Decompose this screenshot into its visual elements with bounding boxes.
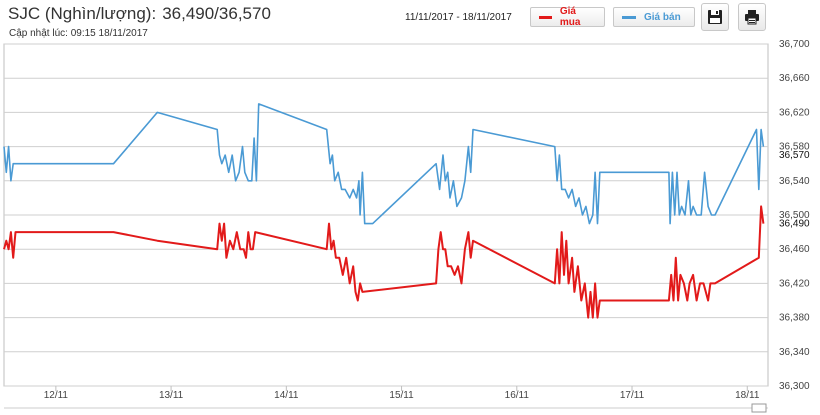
- y-tick-label: 36,620: [779, 107, 810, 118]
- y-tick-label: 36,700: [779, 39, 810, 50]
- y-tick-label: 36,380: [779, 313, 810, 324]
- x-tick-label: 17/11: [620, 390, 645, 401]
- buy-current-label: 36,490: [779, 219, 810, 230]
- y-tick-label: 36,420: [779, 278, 810, 289]
- y-tick-label: 36,460: [779, 244, 810, 255]
- sell-current-label: 36,570: [779, 150, 810, 161]
- navigator-handle: [751, 403, 767, 413]
- y-tick-label: 36,540: [779, 176, 810, 187]
- x-tick-label: 16/11: [505, 390, 530, 401]
- x-tick-label: 12/11: [44, 390, 69, 401]
- x-tick-label: 18/11: [735, 390, 760, 401]
- x-tick-label: 14/11: [274, 390, 299, 401]
- price-chart: 36,30036,34036,38036,42036,46036,50036,5…: [3, 39, 810, 413]
- x-tick-label: 15/11: [389, 390, 414, 401]
- y-tick-label: 36,340: [779, 347, 810, 358]
- x-tick-label: 13/11: [159, 390, 184, 401]
- y-tick-label: 36,300: [779, 381, 810, 392]
- y-tick-label: 36,660: [779, 73, 810, 84]
